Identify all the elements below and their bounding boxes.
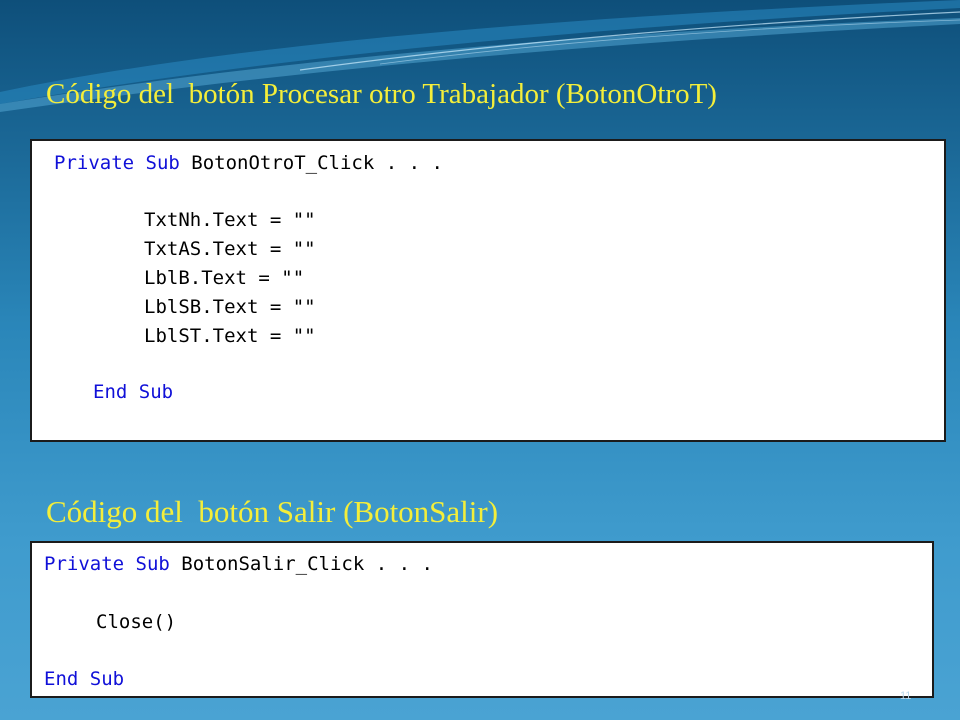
code-keyword: Private Sub <box>54 152 180 174</box>
code-line: LblB.Text = "" <box>144 267 305 289</box>
code-keyword: Private Sub <box>44 553 170 575</box>
code-line: LblST.Text = "" <box>144 325 316 347</box>
code-line-end-sub: End Sub <box>44 668 125 690</box>
code-line: TxtNh.Text = "" <box>144 209 316 231</box>
code-line: LblSB.Text = "" <box>144 296 316 318</box>
code-line-sub-declaration: Private Sub BotonSalir_Click . . . <box>44 552 433 576</box>
page-number: 11 <box>900 690 912 702</box>
heading-salir: Código del botón Salir (BotonSalir) <box>46 494 499 529</box>
code-block-boton-otro: Private Sub BotonOtroT_Click . . . TxtNh… <box>30 139 946 442</box>
code-signature: BotonOtroT_Click . . . <box>179 152 443 174</box>
code-line-sub-declaration: Private Sub BotonOtroT_Click . . . <box>54 151 443 175</box>
heading-procesar-otro: Código del botón Procesar otro Trabajado… <box>46 78 717 110</box>
code-block-boton-salir: Private Sub BotonSalir_Click . . . Close… <box>30 541 934 698</box>
code-line: Close() <box>96 611 177 633</box>
code-signature: BotonSalir_Click . . . <box>169 553 433 575</box>
code-line: TxtAS.Text = "" <box>144 238 316 260</box>
code-line-end-sub: End Sub <box>93 381 174 403</box>
